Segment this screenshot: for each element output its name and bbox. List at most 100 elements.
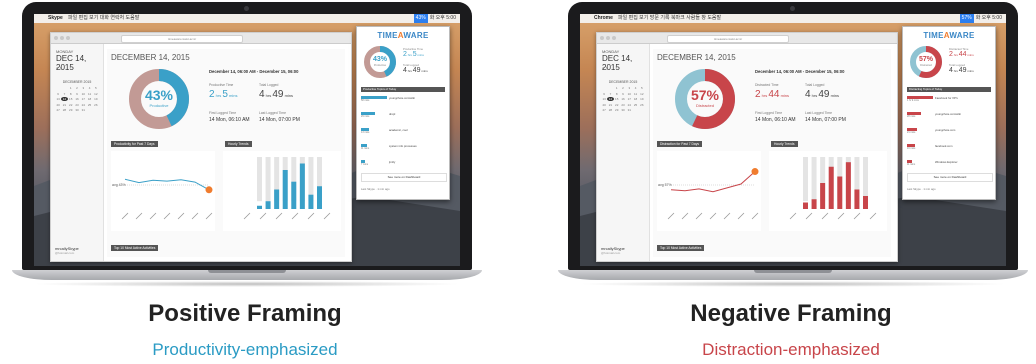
dashboard-main: DECEMBER 14, 2015 43% Productive Decembe… (107, 49, 345, 257)
calendar-grid[interactable]: 12345 6 7 8 9 10 11 12 13 14 15 16 17 18 19 20 21 22 23… (601, 86, 645, 112)
hourly-bar (282, 170, 288, 209)
hourly-chart (769, 151, 887, 231)
last-logged-value: 14 Mon, 07:00 PM (805, 117, 846, 123)
timeaware-menubar-icon[interactable]: 57% (959, 14, 974, 23)
menubar-app-name[interactable]: Chrome (594, 14, 613, 23)
hourly-bar-bg (257, 157, 262, 202)
popup-primary-value: 2 hrs 44 mins (949, 51, 974, 58)
see-more-button[interactable]: See more on Dashboard (907, 173, 993, 182)
user-email: @hotmail.com (601, 251, 621, 255)
chevron-right-icon[interactable]: › (60, 66, 62, 72)
donut-label: Distracted (695, 103, 714, 108)
dashboard-main: DECEMBER 14, 2015 57% Distracted Decembe… (653, 49, 891, 257)
list-item[interactable]: 7 mins jimlly (361, 159, 445, 168)
laptop-shadow (32, 281, 462, 287)
url-bar[interactable]: timeaware.kaist.ac.kr (121, 35, 243, 43)
top-activities-chip[interactable]: Top 10 Most Active Activities (111, 245, 159, 251)
hourly-bar (299, 163, 305, 209)
hourly-bar (257, 205, 262, 209)
hourly-bar (291, 181, 297, 209)
top-activities-chip[interactable]: Top 10 Most Active Activities (657, 245, 705, 251)
laptop-bezel: Skype 파일 편집 보기 대화 연락처 도움말 43% 화 오후 5:00 t… (22, 2, 472, 270)
hourly-chip[interactable]: Hourly Trends (225, 141, 252, 147)
browser-toolbar: timeaware.kaist.ac.kr (51, 33, 351, 44)
hourly-bar (317, 186, 322, 209)
dashboard-sidebar: MONDAY DEC 14, 2015 ‹ › DECEMBER 2015 12… (597, 44, 650, 261)
hourly-chart (223, 151, 341, 231)
popup-primary-value: 2 hrs 5 mins (403, 51, 424, 58)
chevron-right-icon[interactable]: › (606, 66, 608, 72)
first-logged-label: First Logged Time (755, 111, 783, 115)
trend-chart: avg 57% (657, 151, 761, 231)
last-logged-value: 14 Mon, 07:00 PM (259, 117, 300, 123)
list-item[interactable]: 11 mins system info processes (361, 143, 445, 152)
laptop-notch (754, 270, 832, 273)
trend-chip[interactable]: Productivity for Past 7 Days (111, 141, 158, 147)
total-value: 4 hrs 49 mins (259, 89, 294, 100)
minimize-window-icon[interactable] (60, 36, 64, 40)
trend-point-today (751, 168, 759, 176)
list-item[interactable]: 1 hr 9 mins Facebook for XP's (907, 95, 991, 104)
popup-list-header: Distracting Topics of Today (907, 87, 991, 92)
date-nav: ‹ › (56, 66, 62, 72)
menubar-app-name[interactable]: Skype (48, 14, 63, 23)
browser-window: timeaware.kaist.ac.kr MONDAY DEC 14, 201… (50, 32, 352, 262)
list-item[interactable]: 29 mins dropl (361, 111, 445, 120)
hourly-bg (769, 151, 887, 231)
url-bar[interactable]: timeaware.kaist.ac.kr (667, 35, 789, 43)
hourly-chip[interactable]: Hourly Trends (771, 141, 798, 147)
list-item[interactable]: 13 mins academic, cool (361, 127, 445, 136)
menubar: Chrome 파일 편집 보기 방문 기록 북마크 사람들 창 도움말 57% 화… (580, 14, 1006, 23)
list-item[interactable]: 21 mins youngchoie.com (907, 127, 991, 136)
zoom-window-icon[interactable] (612, 36, 616, 40)
hourly-bar (811, 199, 817, 209)
popup-total-value: 4 hrs 49 mins (403, 67, 428, 74)
menubar-items[interactable]: 파일 편집 보기 대화 연락처 도움말 (68, 14, 139, 23)
page-title: DECEMBER 14, 2015 (111, 53, 190, 62)
avg-label: avg 43% (112, 183, 126, 187)
chevron-left-icon[interactable]: ‹ (602, 66, 604, 72)
sidebar-date: DEC 14, 2015 (602, 54, 633, 72)
trend-bg (111, 151, 215, 231)
trend-point-today (205, 186, 213, 194)
calendar-grid[interactable]: 12345 6 7 8 9 10 11 12 13 14 15 16 17 18 19 20 21 22 23… (55, 86, 99, 112)
hourly-bar (863, 196, 868, 209)
list-item[interactable]: 58 mins youngchoie.com/wiki (361, 95, 445, 104)
trend-chart: avg 43% (111, 151, 215, 231)
see-more-button[interactable]: See more on Dashboard (361, 173, 447, 182)
calendar: DECEMBER 2015 12345 6 7 8 9 10 11 12 13 14 15 16 1… (601, 80, 645, 122)
user-profile[interactable]: mrcallySkype @hotmail.com (601, 246, 625, 255)
hourly-bar-bg (863, 157, 868, 202)
list-item[interactable]: 11 mins Windows Explorer (907, 159, 991, 168)
trend-chip[interactable]: Distraction for Past 7 Days (657, 141, 703, 147)
laptop-shadow (578, 281, 1008, 287)
close-window-icon[interactable] (600, 36, 604, 40)
hourly-bar (308, 194, 314, 209)
popup-donut-percentage: 43% (372, 56, 387, 63)
zoom-window-icon[interactable] (66, 36, 70, 40)
minimize-window-icon[interactable] (606, 36, 610, 40)
laptop: Skype 파일 편집 보기 대화 연락처 도움말 43% 화 오후 5:00 t… (12, 2, 482, 292)
donut-percentage: 57% (690, 87, 720, 103)
list-item[interactable]: 28 mins youngchoie.com/wiki (907, 111, 991, 120)
menubar-items[interactable]: 파일 편집 보기 방문 기록 북마크 사람들 창 도움말 (618, 14, 721, 23)
primary-value: 2 hrs 44 mins (755, 89, 790, 100)
hourly-bar (803, 202, 808, 209)
total-value: 4 hrs 49 mins (805, 89, 840, 100)
hourly-bar (274, 189, 280, 209)
chevron-left-icon[interactable]: ‹ (56, 66, 58, 72)
calendar-header: DECEMBER 2015 (62, 80, 92, 84)
list-item[interactable]: 16 mins facebook.com (907, 143, 991, 152)
hourly-bar (845, 162, 851, 209)
caption-subtitle: Distraction-emphasized (702, 340, 880, 359)
close-window-icon[interactable] (54, 36, 58, 40)
hourly-bar (820, 183, 826, 209)
hourly-bar (837, 176, 843, 209)
user-profile[interactable]: mrcallySkype @hotmail.com (55, 246, 79, 255)
camera-icon (790, 6, 795, 11)
timeaware-menubar-icon[interactable]: 43% (413, 14, 428, 23)
menubar-right: 57% 화 오후 5:00 (959, 14, 1002, 23)
last-logged-label: Last Logged Time (805, 111, 832, 115)
laptop-notch (208, 270, 286, 273)
popup-donut-label: Productive (373, 64, 387, 67)
